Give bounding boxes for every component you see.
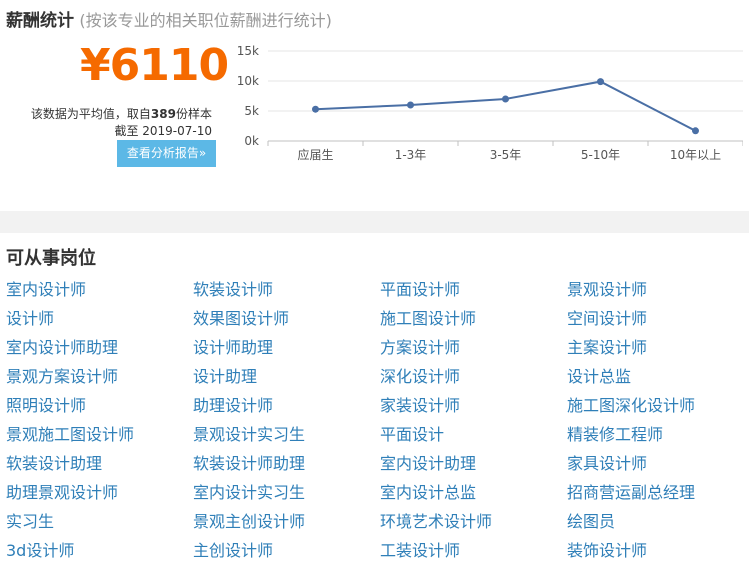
- job-link[interactable]: 主案设计师: [567, 338, 749, 367]
- salary-header: 薪酬统计 (按该专业的相关职位薪酬进行统计): [6, 6, 332, 31]
- date-note: 截至 2019-07-10: [114, 124, 212, 138]
- salary-title: 薪酬统计: [6, 11, 74, 31]
- sample-count: 389: [150, 107, 176, 121]
- x-tick-label: 1-3年: [395, 148, 427, 162]
- data-point: [407, 101, 414, 109]
- sample-note-suffix: 份样本: [175, 107, 212, 121]
- job-link[interactable]: 软装设计师: [193, 280, 380, 309]
- job-link[interactable]: 绘图员: [567, 512, 749, 541]
- job-link[interactable]: 招商营运副总经理: [567, 483, 749, 512]
- job-link[interactable]: 景观主创设计师: [193, 512, 380, 541]
- x-tick-label: 3-5年: [490, 148, 522, 162]
- x-tick-label: 应届生: [297, 147, 333, 162]
- section-divider: [0, 211, 749, 233]
- job-link[interactable]: 景观施工图设计师: [6, 425, 193, 454]
- job-link[interactable]: 平面设计: [380, 425, 567, 454]
- salary-line-chart: 15k 10k 5k 0k 应届生 1-3年 3-5年 5-10年 10年以上: [237, 44, 743, 162]
- job-link[interactable]: 室内设计实习生: [193, 483, 380, 512]
- job-link[interactable]: 室内设计总监: [380, 483, 567, 512]
- job-link[interactable]: 环境艺术设计师: [380, 512, 567, 541]
- sample-note: 该数据为平均值，取自389份样本: [31, 105, 212, 122]
- jobs-list: 室内设计师 软装设计师 平面设计师 景观设计师设计师 效果图设计师 施工图设计师 空间设计师…: [6, 280, 749, 570]
- data-point: [502, 95, 509, 103]
- job-link[interactable]: 家具设计师: [567, 454, 749, 483]
- job-link[interactable]: 照明设计师: [6, 396, 193, 425]
- job-link[interactable]: 室内设计师: [6, 280, 193, 309]
- x-tick-label: 5-10年: [581, 148, 620, 162]
- job-link[interactable]: 效果图设计师: [193, 309, 380, 338]
- series-line: [315, 80, 696, 132]
- job-link[interactable]: 设计师助理: [193, 338, 380, 367]
- data-point: [597, 78, 604, 86]
- job-link[interactable]: 3d设计师: [6, 541, 193, 570]
- view-report-button[interactable]: 查看分析报告»: [117, 140, 216, 167]
- job-link[interactable]: 助理设计师: [193, 396, 380, 425]
- job-link[interactable]: 装饰设计师: [567, 541, 749, 570]
- data-point: [312, 105, 319, 113]
- job-link[interactable]: 设计总监: [567, 367, 749, 396]
- job-link[interactable]: 主创设计师: [193, 541, 380, 570]
- y-tick-label: 10k: [237, 74, 259, 88]
- average-salary: ¥6110: [80, 40, 229, 91]
- job-link[interactable]: 设计助理: [193, 367, 380, 396]
- job-link[interactable]: 精装修工程师: [567, 425, 749, 454]
- job-link[interactable]: 深化设计师: [380, 367, 567, 396]
- salary-subtitle: (按该专业的相关职位薪酬进行统计): [79, 11, 332, 30]
- job-link[interactable]: 设计师: [6, 309, 193, 338]
- job-link[interactable]: 软装设计助理: [6, 454, 193, 483]
- sample-note-prefix: 该数据为平均值，取自: [30, 107, 151, 121]
- jobs-title: 可从事岗位: [6, 248, 96, 269]
- job-link[interactable]: 工装设计师: [380, 541, 567, 570]
- y-tick-label: 5k: [244, 104, 259, 118]
- job-link[interactable]: 景观方案设计师: [6, 367, 193, 396]
- job-link[interactable]: 施工图设计师: [380, 309, 567, 338]
- job-link[interactable]: 实习生: [6, 512, 193, 541]
- job-link[interactable]: 室内设计助理: [380, 454, 567, 483]
- y-tick-label: 15k: [237, 44, 259, 58]
- job-link[interactable]: 平面设计师: [380, 280, 567, 309]
- job-link[interactable]: 软装设计师助理: [193, 454, 380, 483]
- job-link[interactable]: 景观设计实习生: [193, 425, 380, 454]
- y-tick-label: 0k: [244, 134, 259, 148]
- data-point: [692, 127, 699, 135]
- job-link[interactable]: 助理景观设计师: [6, 483, 193, 512]
- job-link[interactable]: 家装设计师: [380, 396, 567, 425]
- x-tick-label: 10年以上: [670, 148, 721, 162]
- job-link[interactable]: 室内设计师助理: [6, 338, 193, 367]
- job-link[interactable]: 施工图深化设计师: [567, 396, 749, 425]
- job-link[interactable]: 方案设计师: [380, 338, 567, 367]
- job-link[interactable]: 景观设计师: [567, 280, 749, 309]
- job-link[interactable]: 空间设计师: [567, 309, 749, 338]
